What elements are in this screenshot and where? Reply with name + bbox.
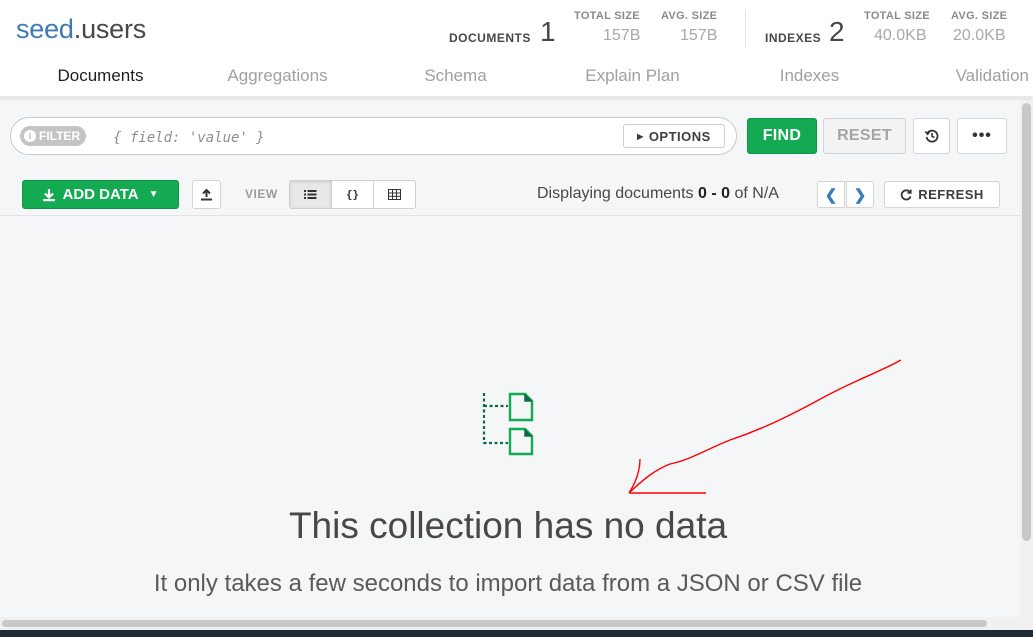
total-size-value: 157B bbox=[603, 27, 641, 44]
horizontal-scrollbar[interactable] bbox=[0, 617, 1033, 630]
refresh-label: REFRESH bbox=[918, 187, 984, 202]
index-avg-size-label: AVG. SIZE bbox=[951, 10, 1008, 22]
stats-divider bbox=[745, 10, 746, 48]
tab-validation[interactable]: Validation bbox=[902, 58, 1033, 98]
refresh-button[interactable]: REFRESH bbox=[884, 181, 1000, 208]
view-switcher: {} bbox=[289, 180, 416, 209]
add-data-button[interactable]: ADD DATA ▼ bbox=[22, 180, 179, 209]
tab-indexes[interactable]: Indexes bbox=[724, 58, 895, 98]
vertical-scroll-thumb[interactable] bbox=[1022, 103, 1031, 541]
toolbar-divider bbox=[0, 215, 1020, 216]
vertical-scrollbar[interactable] bbox=[1020, 100, 1033, 617]
list-view-button[interactable] bbox=[289, 180, 332, 209]
indexes-label: Indexes bbox=[765, 31, 822, 45]
filter-pill[interactable]: i FILTER bbox=[20, 126, 87, 146]
caret-right-icon: ▶ bbox=[637, 131, 644, 141]
total-size-label: TOTAL SIZE bbox=[574, 10, 640, 22]
tab-documents[interactable]: Documents bbox=[15, 58, 186, 100]
documents-label: Documents bbox=[449, 31, 531, 45]
info-icon: i bbox=[24, 129, 36, 142]
previous-page-button[interactable]: ❮ bbox=[817, 181, 845, 208]
find-button[interactable]: FIND bbox=[747, 118, 817, 154]
horizontal-scroll-thumb[interactable] bbox=[2, 620, 987, 627]
table-view-button[interactable] bbox=[373, 180, 416, 209]
filter-input[interactable] bbox=[111, 126, 620, 150]
index-avg-size-value: 20.0KB bbox=[953, 27, 1006, 44]
json-view-button[interactable]: {} bbox=[331, 180, 374, 209]
json-view-icon: {} bbox=[345, 188, 360, 201]
more-options-button[interactable]: ••• bbox=[957, 118, 1007, 154]
view-label: VIEW bbox=[245, 187, 278, 201]
empty-state-title: This collection has no data bbox=[288, 505, 728, 546]
range-separator: - bbox=[706, 185, 722, 202]
query-bar: iFILTER ▶ OPTIONS bbox=[10, 117, 737, 155]
namespace-separator: . bbox=[73, 14, 82, 44]
displaying-prefix: Displaying documents bbox=[537, 185, 694, 202]
tab-explain-plan[interactable]: Explain Plan bbox=[547, 58, 718, 98]
empty-documents-icon bbox=[482, 392, 534, 456]
filter-label: FILTER bbox=[39, 129, 81, 143]
of-label: of bbox=[734, 185, 748, 202]
pagination-summary: Displaying documents 0 - 0 of N/A bbox=[537, 185, 779, 203]
collection-tabs: Documents Aggregations Schema Explain Pl… bbox=[0, 58, 1033, 100]
add-data-label: ADD DATA bbox=[62, 186, 139, 203]
range-start: 0 bbox=[697, 185, 707, 202]
tab-schema[interactable]: Schema bbox=[370, 58, 541, 98]
index-total-size-label: TOTAL SIZE bbox=[864, 10, 930, 22]
history-icon bbox=[924, 129, 938, 143]
chevron-right-icon: ❯ bbox=[853, 186, 867, 204]
chevron-left-icon: ❮ bbox=[824, 186, 838, 204]
reset-button[interactable]: RESET bbox=[823, 118, 906, 154]
options-button[interactable]: ▶ OPTIONS bbox=[623, 124, 725, 148]
collection-name: users bbox=[81, 14, 147, 44]
avg-size-label: AVG. SIZE bbox=[661, 10, 718, 22]
upload-icon bbox=[201, 188, 212, 201]
query-history-button[interactable] bbox=[913, 118, 950, 154]
indexes-count: 2 bbox=[829, 16, 845, 47]
download-icon bbox=[43, 188, 56, 201]
caret-down-icon: ▼ bbox=[148, 189, 159, 200]
refresh-icon bbox=[901, 188, 912, 200]
documents-count: 1 bbox=[540, 16, 556, 47]
avg-size-value: 157B bbox=[680, 27, 718, 44]
table-view-icon bbox=[388, 189, 401, 200]
range-end: 0 bbox=[721, 185, 731, 202]
database-name[interactable]: seed bbox=[16, 14, 74, 44]
empty-state-subtitle: It only takes a few seconds to import da… bbox=[153, 570, 863, 597]
total-count: N/A bbox=[752, 185, 779, 202]
collection-title: seed.users bbox=[16, 14, 146, 45]
taskbar bbox=[0, 630, 1033, 637]
options-label: OPTIONS bbox=[648, 128, 711, 144]
tab-aggregations[interactable]: Aggregations bbox=[192, 58, 363, 98]
list-view-icon bbox=[304, 190, 317, 199]
collection-header: seed.users Documents 1 TOTAL SIZE 157B A… bbox=[0, 0, 1033, 58]
index-total-size-value: 40.0KB bbox=[874, 27, 927, 44]
next-page-button[interactable]: ❯ bbox=[846, 181, 874, 208]
export-collection-button[interactable] bbox=[192, 180, 221, 209]
